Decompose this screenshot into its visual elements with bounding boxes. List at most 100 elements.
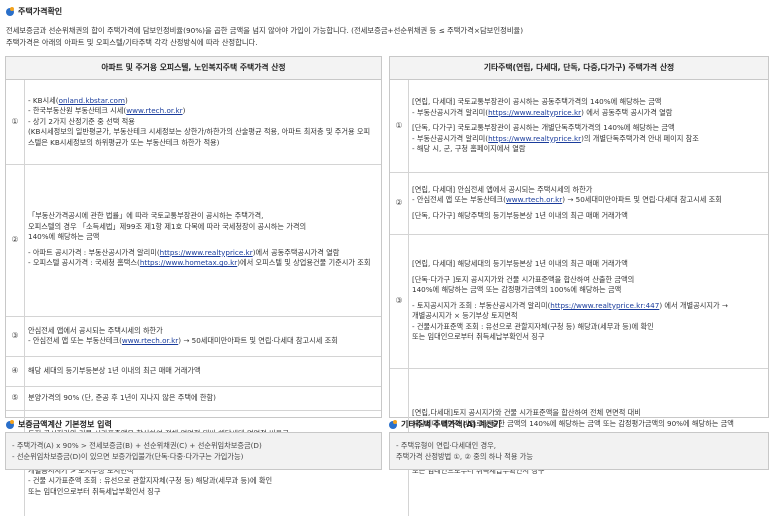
other-price-calc-line-2: 주택가격 산정방법 ①, ② 중의 하나 적용 가능 [396, 451, 533, 461]
row-line-text: )의 개별단독주택가격 안내 페이지 참조 [581, 133, 699, 143]
price-method-row: ① [연립, 다세대] 국토교통부장관이 공시하는 공동주택가격의 140%에 해… [390, 80, 768, 173]
price-method-row: ①- KB시세(onland.kbstar.com) - 한국부동산원 부동산테크… [6, 80, 381, 165]
row-line: - 건물시가표준액 조회 : 유선으로 관할지자체(구청 등) 해당과(세무과 … [412, 322, 764, 333]
row-text: 해당 세대의 등기부등본상 1년 이내의 최근 매매 거래가액 [28, 356, 377, 386]
external-site-link[interactable]: https://www.realtyprice.kr [488, 134, 581, 143]
row-line: 오피스텔의 경우 「소득세법」제99조 제1항 제1호 다목에 따라 국세청장이… [28, 222, 377, 233]
price-method-row: ② [연립, 다세대] 안심전세 앱에서 공시되는 주택시세의 하한가 - 안심전세… [390, 172, 768, 235]
row-line: - 부동산공시가격 알리미(https://www.realtyprice.kr… [412, 108, 764, 119]
row-line-text: - 상기 2가지 산정기준 중 선택 적용 [28, 116, 135, 126]
row-line-text: ) [124, 95, 128, 105]
section-bullet-icon [6, 6, 14, 16]
row-line: - 상기 2가지 산정기준 중 선택 적용 [28, 117, 377, 128]
page-title: 주택가격확인 [6, 6, 62, 18]
deposit-calc-section-title: 보증금액계산 기본정보 입력 [6, 419, 112, 431]
row-line: (KB시세정보의 일반평균가, 부동산테크 시세정보는 상한가/하한가의 산술평… [28, 127, 377, 138]
row-line: - 안심전세 앱 또는 부동산테크(www.rtech.or.kr) → 50세… [412, 195, 764, 206]
row-number: ① [6, 80, 25, 164]
intro-line-1: 전세보증금과 선순위채권의 합이 주택가격에 담보인정비율(90%)을 곱한 금… [6, 26, 524, 35]
row-line: 분양가격의 90% (단, 준공 후 1년이 지나지 않은 주택에 한함) [28, 393, 377, 404]
intro-line-2: 주택가격은 아래의 아파트 및 오피스텔/기타주택 각각 산정방식에 따라 산정… [6, 38, 258, 47]
row-line-text: 안심전세 앱에서 공시되는 주택시세의 하한가 [28, 325, 163, 335]
page-title-text: 주택가격확인 [18, 7, 63, 16]
external-site-link[interactable]: https://www.realtyprice.kr:447 [550, 301, 659, 310]
row-text: 분양가격의 90% (단, 준공 후 1년이 지나지 않은 주택에 한함) [28, 386, 377, 410]
row-line: - 해당 시, 군, 구청 홈페이지에서 열람 [412, 144, 764, 155]
row-line-text: - KB시세( [28, 95, 59, 105]
row-line: 140%에 해당하는 금액 또는 감정평가금액의 100%에 해당하는 금액 [412, 285, 764, 296]
external-site-link[interactable]: onland.kbstar.com [59, 96, 125, 105]
row-line: 스텔은 KB시세정보의 하위평균가 또는 부동산테크 하한가 적용) [28, 138, 377, 149]
row-line-text: - 오피스텔 공시가격 : 국세청 홈택스( [28, 258, 140, 268]
row-line: [단독, 다가구] 국토교통부장관이 공시하는 개별단독주택가격의 140%에 … [412, 123, 764, 134]
row-line-text: 개별공시지가 × 등기부상 토지면적 [412, 311, 518, 321]
row-line: 「부동산가격공시에 관한 법률」에 따라 국토교통부장관이 공시하는 주택가격, [28, 211, 377, 222]
row-line-text: )에서 공동주택공시가격 열람 [252, 247, 340, 257]
row-line: 개별공시지가 × 등기부상 토지면적 [412, 311, 764, 322]
row-line-text: - 부동산공시가격 알리미( [412, 133, 489, 143]
other-price-calc-section-title: 기타주택 주택가격(A) 계산기 [389, 419, 501, 431]
apartment-price-panel: 아파트 및 주거용 오피스텔, 노인복지주택 주택가격 산정 ①- KB시세(o… [5, 56, 382, 516]
other-price-calc-title-text: 기타주택 주택가격(A) 계산기 [401, 420, 502, 429]
external-site-link[interactable]: www.rtech.or.kr [126, 106, 182, 115]
row-line-text: - 토지공시지가 조회 : 부동산공시가격 알리미( [412, 300, 551, 310]
row-line-text: 「부동산가격공시에 관한 법률」에 따라 국토교통부장관이 공시하는 주택가격, [28, 211, 264, 221]
external-site-link[interactable]: https://www.realtyprice.kr [160, 248, 253, 257]
other-price-calc-line-1: - 주택유형이 연립·다세대인 경우, [396, 441, 496, 450]
row-line-text: 오피스텔의 경우 「소득세법」제99조 제1항 제1호 다목에 따라 국세청장이… [28, 221, 307, 231]
external-site-link[interactable]: www.rtech.or.kr [122, 336, 178, 345]
row-line: - 안심전세 앱 또는 부동산테크(www.rtech.or.kr) → 50세… [28, 336, 377, 347]
row-line-text: ) 에서 공동주택 공시가격 열람 [581, 107, 673, 117]
deposit-calc-info-box: - 주택가격(A) x 90% > 전세보증금(B) + 선순위채권(C) + … [5, 432, 382, 470]
row-number: ② [390, 172, 409, 234]
row-text: 「부동산가격공시에 관한 법률」에 따라 국토교통부장관이 공시하는 주택가격,… [28, 164, 377, 316]
row-line-text: 140%에 해당하는 금액 또는 감정평가금액의 100%에 해당하는 금액 [412, 285, 622, 295]
other-housing-panel-title: 기타주택(연립, 다세대, 단독, 다중,다가구) 주택가격 산정 [390, 57, 768, 80]
row-line-text: 해당 세대의 등기부등본상 1년 이내의 최근 매매 거래가액 [28, 365, 201, 375]
row-line-text: [연립, 다세대] 국토교통부장관이 공시하는 공동주택가격의 140%에 해당… [412, 97, 662, 107]
price-method-row: ③ 안심전세 앱에서 공시되는 주택시세의 하한가 - 안심전세 앱 또는 부동산테… [6, 316, 381, 357]
external-site-link[interactable]: https://www.realtyprice.kr [488, 108, 581, 117]
row-line: [연립, 다세대] 안심전세 앱에서 공시되는 주택시세의 하한가 [412, 185, 764, 196]
row-text: - KB시세(onland.kbstar.com) - 한국부동산원 부동산테크 … [28, 80, 377, 164]
row-line-text: ) → 50세대미만아파트 및 연립·다세대 참고시세 조회 [178, 336, 338, 345]
row-line-text: - 안심전세 앱 또는 부동산테크( [412, 195, 506, 205]
row-number: ② [6, 164, 25, 316]
apartment-panel-title: 아파트 및 주거용 오피스텔, 노인복지주택 주택가격 산정 [6, 57, 381, 80]
row-line: [연립,다세대]토지 공시지가와 건물 시가표준액을 합산하여 전체 면면적 대… [412, 408, 764, 419]
row-line-text: [연립, 다세대] 안심전세 앱에서 공시되는 주택시세의 하한가 [412, 184, 593, 194]
row-line-text: 분양가격의 90% (단, 준공 후 1년이 지나지 않은 주택에 한함) [28, 392, 216, 402]
row-line-text: - 한국부동산원 부동산테크 시세( [28, 106, 127, 116]
row-line-text: ) [182, 106, 186, 116]
row-line-text: (KB시세정보의 일반평균가, 부동산테크 시세정보는 상한가/하한가의 산술평… [28, 127, 371, 137]
row-line-text: ) 에서 개별공시지가 → [659, 300, 728, 310]
other-housing-rows: ① [연립, 다세대] 국토교통부장관이 공시하는 공동주택가격의 140%에 해… [390, 80, 768, 516]
row-line: [연립, 다세대] 해당세대의 등기부등본상 1년 이내의 최근 매매 거래가액 [412, 259, 764, 270]
row-line: 또는 임대인으로부터 취득세납부확인서 징구 [28, 487, 377, 498]
row-line-text: 또는 임대인으로부터 취득세납부확인서 징구 [28, 486, 161, 496]
external-site-link[interactable]: www.rtech.or.kr [506, 195, 562, 204]
row-text: 안심전세 앱에서 공시되는 주택시세의 하한가 - 안심전세 앱 또는 부동산테크… [28, 316, 377, 356]
row-line: - 토지공시지가 조회 : 부동산공시가격 알리미(https://www.re… [412, 301, 764, 312]
row-line: - 오피스텔 공시가격 : 국세청 홈택스(https://www.hometa… [28, 258, 377, 269]
row-line: 140%에 해당하는 금액 [28, 232, 377, 243]
row-line-text: 140%에 해당하는 금액 [28, 232, 100, 242]
section-bullet-icon [6, 419, 14, 429]
intro-text: 전세보증금과 선순위채권의 합이 주택가격에 담보인정비율(90%)을 곱한 금… [6, 26, 766, 50]
row-line: - 한국부동산원 부동산테크 시세(www.rtech.or.kr) [28, 106, 377, 117]
row-line-text: - 해당 시, 군, 구청 홈페이지에서 열람 [412, 144, 526, 154]
deposit-calc-line-2: - 선순위임차보증금(D)이 있으면 보증가입불가(단독·다중·다가구는 가입가… [12, 451, 244, 461]
price-method-row: ② 「부동산가격공시에 관한 법률」에 따라 국토교통부장관이 공시하는 주택가격… [6, 164, 381, 317]
row-line: 해당 세대의 등기부등본상 1년 이내의 최근 매매 거래가액 [28, 366, 377, 377]
apartment-rows: ①- KB시세(onland.kbstar.com) - 한국부동산원 부동산테크… [6, 80, 381, 516]
other-housing-price-panel: 기타주택(연립, 다세대, 단독, 다중,다가구) 주택가격 산정 ① [연립, … [389, 56, 769, 516]
row-line: - KB시세(onland.kbstar.com) [28, 96, 377, 107]
row-number: ④ [6, 356, 25, 386]
row-line-text: - 부동산공시가격 알리미( [412, 107, 489, 117]
external-site-link[interactable]: https://www.hometax.go.kr [140, 258, 237, 267]
row-line: - 아파트 공시가격 : 부동산공시가격 알리미(https://www.rea… [28, 248, 377, 259]
row-line-text: [단독, 다가구] 해당주택의 등기부등본상 1년 이내의 최근 매매 거래가액 [412, 210, 628, 220]
row-line-text: - 아파트 공시가격 : 부동산공시가격 알리미( [28, 247, 160, 257]
row-number: ⑤ [6, 386, 25, 410]
price-method-row: ③ [연립, 다세대] 해당세대의 등기부등본상 1년 이내의 최근 매매 거래가… [390, 234, 768, 369]
